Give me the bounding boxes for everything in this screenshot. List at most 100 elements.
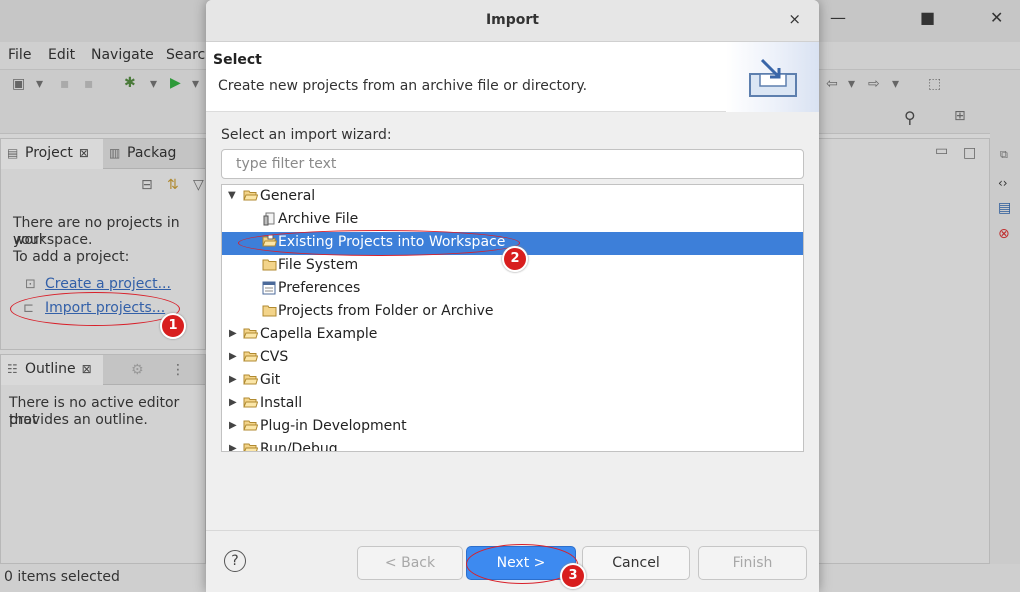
- tab-project-explorer[interactable]: ▤ Project ⊠: [1, 139, 103, 169]
- folder-icon: [243, 419, 258, 432]
- import-wizard-icon: [748, 58, 798, 98]
- chevron-down-icon[interactable]: ▾: [36, 76, 43, 92]
- cancel-button[interactable]: Cancel: [582, 546, 690, 580]
- tab-outline[interactable]: ☷ Outline ⊠: [1, 355, 103, 385]
- problems-view-icon[interactable]: ⊗: [998, 226, 1010, 242]
- forward-nav-icon[interactable]: ⇨: [868, 76, 880, 92]
- view-menu-icon[interactable]: ⋮: [171, 362, 185, 378]
- new-wizard-icon[interactable]: ▣: [12, 76, 25, 92]
- dialog-titlebar: Import ×: [206, 0, 819, 42]
- tree-item-cvs[interactable]: ▶ CVS: [222, 347, 803, 370]
- save-icon[interactable]: ▪: [60, 76, 70, 92]
- callout-badge-1: 1: [160, 313, 186, 339]
- outline-toolbar-icon[interactable]: ⚙: [131, 362, 144, 378]
- chevron-down-icon[interactable]: ▾: [192, 76, 199, 92]
- wizard-header: Select Create new projects from an archi…: [206, 42, 819, 112]
- back-nav-icon[interactable]: ⇦: [826, 76, 838, 92]
- chevron-down-icon[interactable]: ▾: [150, 76, 157, 92]
- minimize-view-icon[interactable]: ▭: [935, 143, 948, 159]
- search-icon[interactable]: ⚲: [904, 108, 916, 127]
- collapsed-arrow-icon[interactable]: ▶: [229, 351, 237, 362]
- filter-input[interactable]: [221, 149, 804, 179]
- wizard-page-description: Create new projects from an archive file…: [218, 78, 588, 94]
- run-icon[interactable]: ▶: [170, 75, 181, 91]
- link-editor-icon[interactable]: ⇅: [167, 177, 179, 193]
- collapse-all-icon[interactable]: ⊟: [141, 177, 153, 193]
- properties-view-icon[interactable]: ‹›: [998, 176, 1008, 190]
- tree-item-projects-from-folder[interactable]: Projects from Folder or Archive: [222, 301, 803, 324]
- project-panel-tabs: ▤ Project ⊠ ▥ Packag: [1, 139, 205, 169]
- close-icon[interactable]: ⊠: [82, 362, 92, 376]
- collapsed-arrow-icon[interactable]: ▶: [229, 397, 237, 408]
- back-button[interactable]: < Back: [357, 546, 463, 580]
- collapsed-arrow-icon[interactable]: ▶: [229, 443, 237, 451]
- restore-icon[interactable]: ⧉: [1000, 148, 1008, 162]
- tree-item-general[interactable]: ▼ General: [222, 186, 803, 209]
- chevron-down-icon[interactable]: ▾: [848, 76, 855, 92]
- help-icon[interactable]: ?: [224, 550, 246, 572]
- folder-icon: [262, 258, 277, 271]
- tree-item-label: Existing Projects into Workspace: [278, 234, 506, 250]
- tree-item-label: Install: [260, 395, 303, 411]
- wizard-page-title: Select: [213, 52, 262, 68]
- tree-item-install[interactable]: ▶ Install: [222, 393, 803, 416]
- callout-badge-3: 3: [560, 563, 586, 589]
- tree-item-run-debug[interactable]: ▶ Run/Debug: [222, 439, 803, 451]
- folder-icon: [243, 350, 258, 363]
- window-controls: — ■ ✕: [800, 8, 1020, 34]
- empty-text-line: workspace.: [13, 232, 93, 248]
- menu-navigate[interactable]: Navigate: [91, 47, 154, 63]
- open-perspective-icon[interactable]: ⊞: [954, 108, 966, 124]
- package-explorer-icon: ▥: [109, 146, 121, 160]
- tree-item-preferences[interactable]: Preferences: [222, 278, 803, 301]
- pin-editor-icon[interactable]: ⬚: [928, 76, 941, 92]
- collapsed-arrow-icon[interactable]: ▶: [229, 374, 237, 385]
- dialog-title: Import: [485, 12, 540, 28]
- console-view-icon[interactable]: ▤: [998, 200, 1011, 216]
- maximize-icon[interactable]: ■: [920, 8, 935, 27]
- close-icon[interactable]: ⊠: [79, 146, 89, 160]
- collapsed-arrow-icon[interactable]: ▶: [229, 328, 237, 339]
- open-folder-icon: [243, 189, 258, 202]
- tree-item-plugin-development[interactable]: ▶ Plug-in Development: [222, 416, 803, 439]
- preferences-icon: [262, 281, 276, 295]
- tree-item-label: CVS: [260, 349, 289, 365]
- tree-item-label: File System: [278, 257, 359, 273]
- minimize-icon[interactable]: —: [830, 8, 846, 27]
- close-icon[interactable]: ×: [788, 10, 801, 28]
- tree-item-git[interactable]: ▶ Git: [222, 370, 803, 393]
- tab-label: Outline: [25, 361, 76, 377]
- archive-file-icon: [262, 212, 276, 226]
- finish-button[interactable]: Finish: [698, 546, 807, 580]
- folder-icon: [243, 327, 258, 340]
- tree-item-label: General: [260, 188, 316, 204]
- import-dialog: Import × Select Create new projects from…: [206, 0, 819, 592]
- right-trim-stack: ⧉ ‹› ▤ ⊗: [990, 100, 1020, 564]
- editor-area: ▭ □: [818, 138, 990, 564]
- save-all-icon[interactable]: ▪: [84, 76, 94, 92]
- maximize-view-icon[interactable]: □: [963, 145, 976, 161]
- tree-item-capella-example[interactable]: ▶ Capella Example: [222, 324, 803, 347]
- menu-file[interactable]: File: [8, 47, 31, 63]
- tab-label: Packag: [127, 145, 177, 161]
- outline-empty-text: provides an outline.: [9, 412, 148, 428]
- tab-label: Project: [25, 145, 73, 161]
- chevron-down-icon[interactable]: ▾: [892, 76, 899, 92]
- filter-icon[interactable]: ▽: [193, 177, 204, 193]
- expanded-arrow-icon[interactable]: ▼: [228, 190, 236, 201]
- debug-icon[interactable]: ✱: [124, 75, 136, 91]
- create-project-link[interactable]: Create a project...: [45, 276, 171, 292]
- tree-item-label: Plug-in Development: [260, 418, 407, 434]
- menu-edit[interactable]: Edit: [48, 47, 75, 63]
- project-explorer-icon: ▤: [7, 146, 19, 160]
- tree-item-label: Preferences: [278, 280, 361, 296]
- folder-icon: [243, 373, 258, 386]
- collapsed-arrow-icon[interactable]: ▶: [229, 420, 237, 431]
- tab-package-explorer[interactable]: ▥ Packag: [103, 139, 207, 169]
- tree-item-archive-file[interactable]: Archive File: [222, 209, 803, 232]
- create-project-icon: ⊡: [25, 277, 36, 292]
- close-window-icon[interactable]: ✕: [990, 8, 1003, 27]
- import-projects-link[interactable]: Import projects...: [45, 300, 165, 316]
- wizard-list-label: Select an import wizard:: [221, 127, 392, 143]
- callout-badge-2: 2: [502, 246, 528, 272]
